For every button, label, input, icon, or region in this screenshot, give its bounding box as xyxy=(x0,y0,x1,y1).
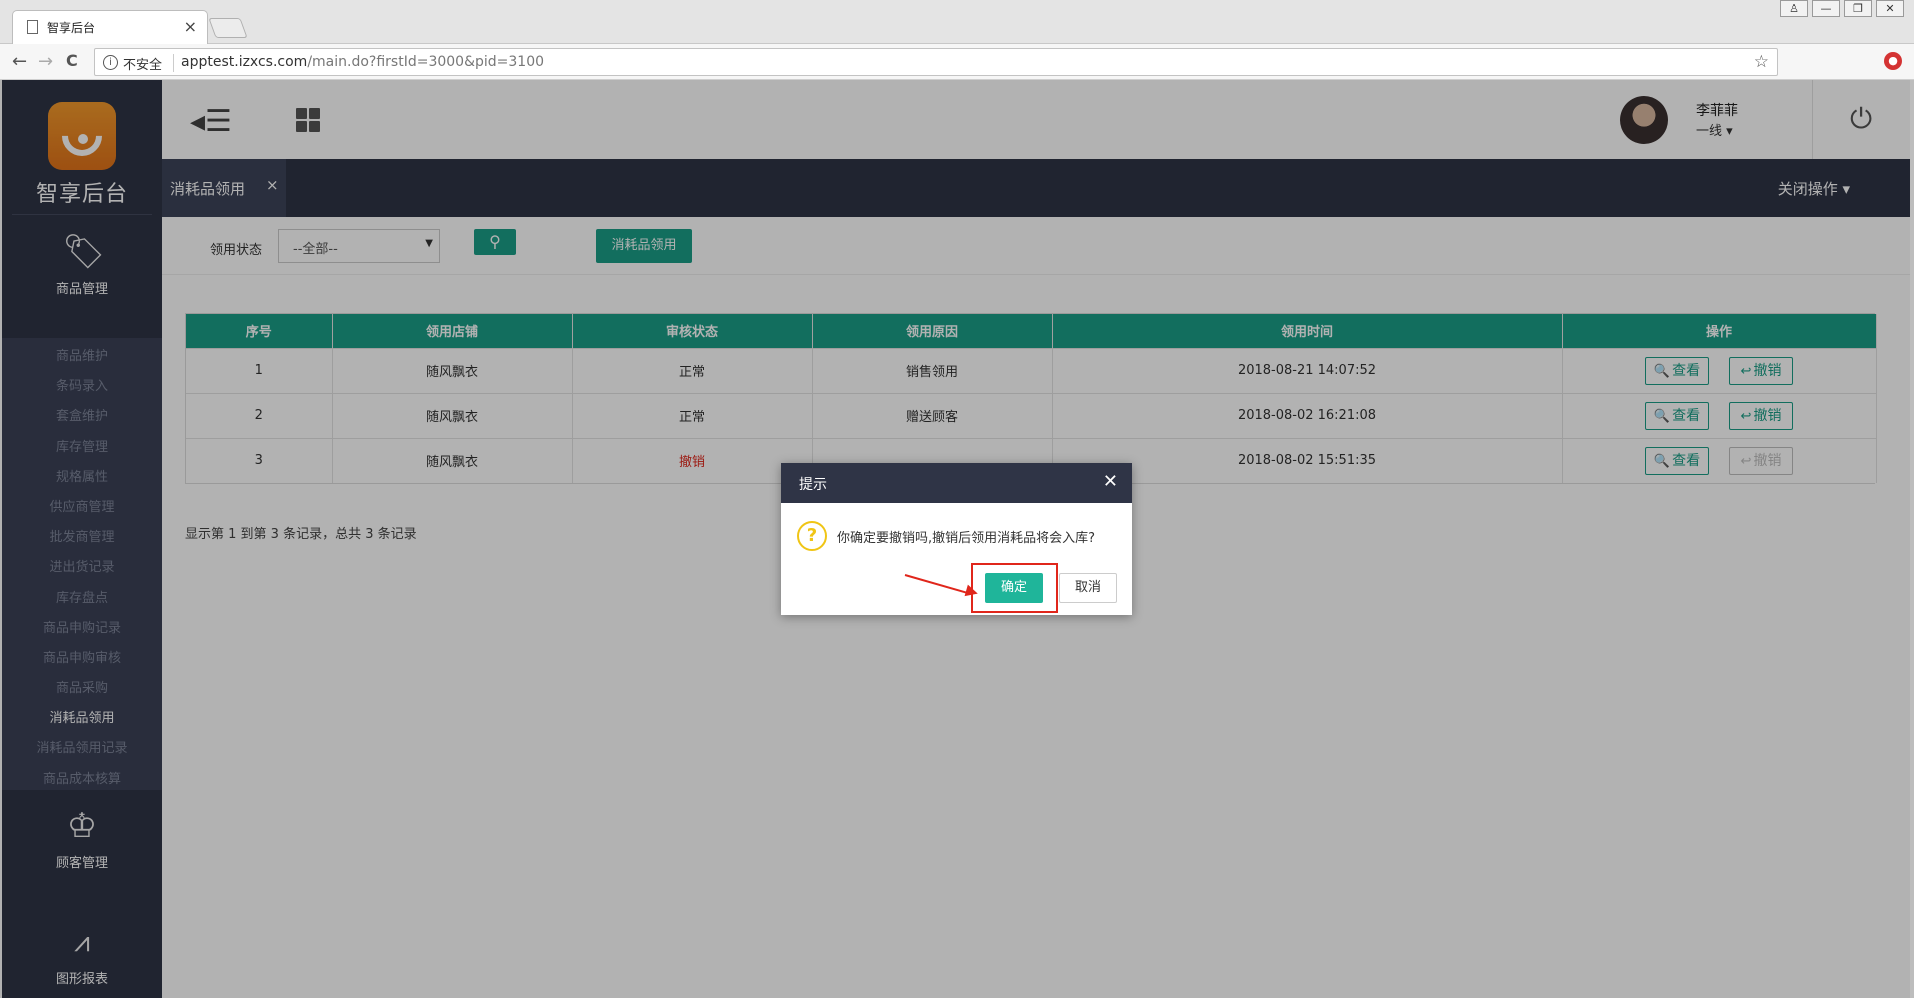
new-tab-button[interactable] xyxy=(208,18,248,38)
browser-tab-title: 智享后台 xyxy=(47,21,96,35)
forward-arrow-icon[interactable]: → xyxy=(38,51,53,72)
dialog-message: 你确定要撤销吗,撤销后领用消耗品将会入库? xyxy=(837,531,1096,546)
url-host: apptest.izxcs.com xyxy=(181,54,308,70)
address-bar[interactable]: i 不安全 apptest.izxcs.com/main.do?firstId=… xyxy=(94,48,1778,76)
document-icon xyxy=(27,20,38,34)
minimize-button[interactable]: — xyxy=(1812,0,1840,17)
info-icon[interactable]: i xyxy=(103,55,118,70)
cancel-button[interactable]: 取消 xyxy=(1059,573,1117,603)
bookmark-star-icon[interactable]: ☆ xyxy=(1754,52,1769,72)
user-profile-icon[interactable]: ♙ xyxy=(1780,0,1808,17)
url-text[interactable]: apptest.izxcs.com/main.do?firstId=3000&p… xyxy=(181,54,544,70)
reload-icon[interactable]: C xyxy=(66,51,78,70)
page-scrollbar[interactable] xyxy=(1910,80,1914,998)
confirm-dialog: 提示 ✕ ? 你确定要撤销吗,撤销后领用消耗品将会入库? 确定 取消 xyxy=(781,463,1132,615)
dialog-header: 提示 ✕ xyxy=(781,463,1132,503)
window-controls: ♙ — ❐ ✕ xyxy=(1780,0,1904,17)
url-path: /main.do?firstId=3000&pid=3100 xyxy=(307,54,545,70)
address-separator xyxy=(173,54,174,72)
close-icon[interactable]: ✕ xyxy=(1103,471,1118,492)
browser-tab[interactable]: 智享后台 × xyxy=(12,10,208,44)
extension-icon[interactable]: ● xyxy=(1884,52,1902,70)
back-arrow-icon[interactable]: ← xyxy=(12,51,27,72)
browser-toolbar: ← → C i 不安全 apptest.izxcs.com/main.do?fi… xyxy=(0,44,1914,80)
insecure-label: 不安全 xyxy=(123,58,163,73)
dialog-title: 提示 xyxy=(799,477,827,493)
annotation-highlight-box xyxy=(971,563,1058,613)
tab-close-icon[interactable]: × xyxy=(184,17,197,36)
close-window-button[interactable]: ✕ xyxy=(1876,0,1904,17)
maximize-button[interactable]: ❐ xyxy=(1844,0,1872,17)
question-icon: ? xyxy=(797,521,827,551)
browser-tabstrip: 智享后台 × ♙ — ❐ ✕ xyxy=(0,0,1914,44)
